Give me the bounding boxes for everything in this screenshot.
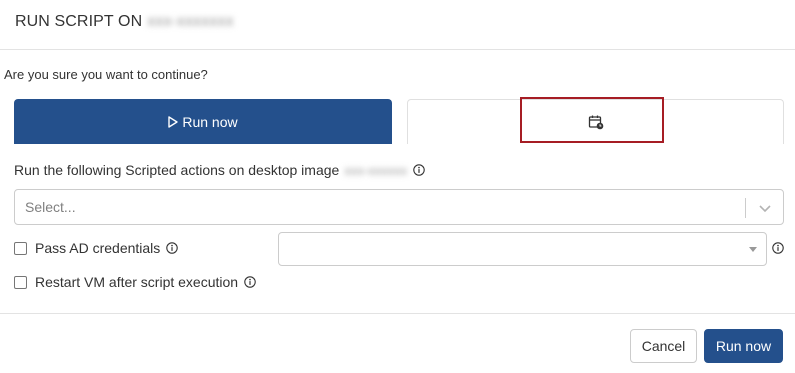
select-separator <box>745 198 746 218</box>
dialog-title: RUN SCRIPT ON xxx-xxxxxxx <box>15 13 234 31</box>
run-now-button[interactable]: Run now <box>704 329 783 363</box>
confirm-question: Are you sure you want to continue? <box>4 67 208 82</box>
redacted-target-name: xxx-xxxxxxx <box>147 13 234 30</box>
info-icon[interactable] <box>166 242 179 254</box>
chevron-down-icon[interactable] <box>758 201 772 215</box>
tab-schedule[interactable] <box>407 99 784 144</box>
tab-run-now-label: Run now <box>182 114 238 130</box>
pass-ad-row: Pass AD credentials <box>14 240 179 256</box>
script-section-text: Run the following Scripted actions on de… <box>14 162 340 178</box>
credentials-select[interactable] <box>278 232 767 266</box>
dialog-title-text: RUN SCRIPT ON <box>15 13 143 30</box>
play-icon <box>168 116 179 128</box>
restart-vm-checkbox[interactable] <box>14 275 27 289</box>
tab-run-now[interactable]: Run now <box>14 99 392 144</box>
info-icon[interactable] <box>244 276 256 288</box>
info-icon[interactable] <box>413 164 425 176</box>
script-section-label: Run the following Scripted actions on de… <box>14 162 425 178</box>
redacted-image-name: xxx-xxxxxx <box>344 162 408 178</box>
dialog-header: RUN SCRIPT ON xxx-xxxxxxx <box>0 0 795 50</box>
restart-vm-row: Restart VM after script execution <box>14 274 256 290</box>
select-placeholder: Select... <box>25 199 76 215</box>
cancel-button[interactable]: Cancel <box>630 329 697 363</box>
pass-ad-checkbox[interactable] <box>14 241 27 255</box>
scripted-actions-select[interactable]: Select... <box>14 189 784 225</box>
restart-vm-label: Restart VM after script execution <box>35 274 239 290</box>
pass-ad-label: Pass AD credentials <box>35 240 161 256</box>
info-icon[interactable] <box>772 242 784 254</box>
calendar-clock-icon <box>588 115 603 130</box>
caret-down-icon <box>749 247 757 252</box>
